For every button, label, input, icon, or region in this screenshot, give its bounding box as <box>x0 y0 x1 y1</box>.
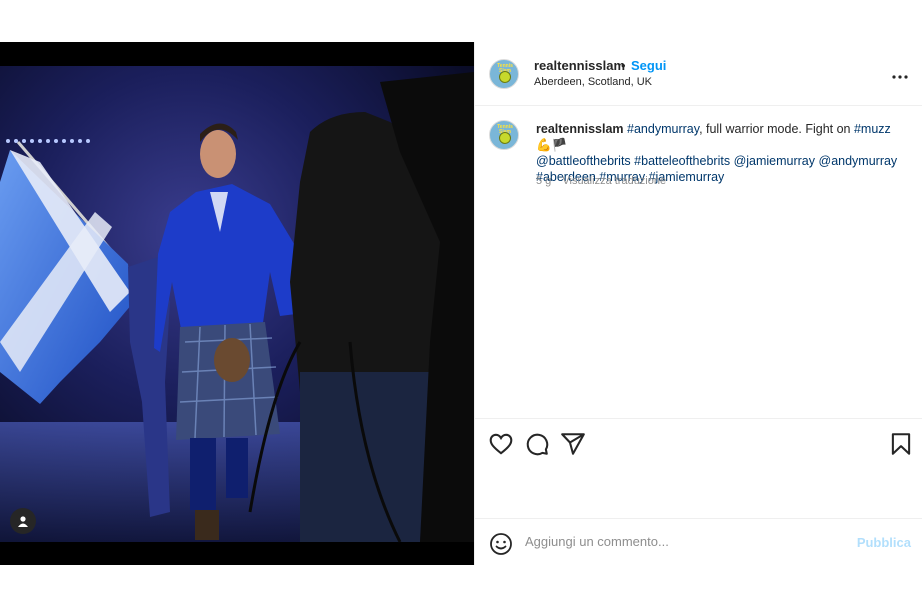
author-avatar[interactable]: Tennis Slam <box>489 59 519 89</box>
post-time[interactable]: 5 g <box>536 175 551 187</box>
post-image[interactable] <box>0 42 474 565</box>
user-tag-icon[interactable] <box>10 508 36 534</box>
more-options-icon[interactable] <box>892 66 908 79</box>
caption-author-avatar[interactable]: Tennis Slam <box>489 120 519 150</box>
send-icon[interactable] <box>560 431 586 457</box>
comment-icon[interactable] <box>524 431 550 457</box>
comment-input[interactable] <box>525 534 845 549</box>
mention-link[interactable]: @jamiemurray <box>734 154 815 168</box>
tennis-ball-icon <box>499 132 511 144</box>
add-comment-bar: Pubblica <box>475 519 922 565</box>
post-sidebar: Tennis Slam realtennisslam • Segui Aberd… <box>474 42 922 565</box>
separator-dot: • <box>621 58 626 73</box>
heart-icon[interactable] <box>488 431 514 457</box>
action-bar <box>475 419 922 519</box>
caption-emoji: 💪🏴 <box>536 138 568 152</box>
comments-area: Tennis Slam realtennisslam #andymurray, … <box>475 106 922 419</box>
follow-button[interactable]: Segui <box>631 58 666 73</box>
post-photo <box>0 42 474 565</box>
hashtag-link[interactable]: #muzz <box>854 122 891 136</box>
post-header: Tennis Slam realtennisslam • Segui Aberd… <box>475 42 922 106</box>
caption-meta: 5 g Visualizza traduzione <box>536 175 674 187</box>
translate-link[interactable]: Visualizza traduzione <box>562 175 666 187</box>
bookmark-icon[interactable] <box>888 431 914 457</box>
author-username[interactable]: realtennisslam <box>534 58 625 73</box>
publish-button[interactable]: Pubblica <box>857 535 911 550</box>
hashtag-link[interactable]: #andymurray <box>627 122 699 136</box>
instagram-post: Tennis Slam realtennisslam • Segui Aberd… <box>0 42 922 565</box>
mention-link[interactable]: @battleofthebrits <box>536 154 631 168</box>
caption-text: , full warrior mode. Fight on <box>699 122 854 136</box>
caption-author[interactable]: realtennisslam <box>536 122 624 136</box>
emoji-icon[interactable] <box>489 532 513 556</box>
mention-link[interactable]: @andymurray <box>819 154 898 168</box>
tennis-ball-icon <box>499 71 511 83</box>
post-location[interactable]: Aberdeen, Scotland, UK <box>534 76 652 88</box>
hashtag-link[interactable]: #batteleofthebrits <box>634 154 730 168</box>
